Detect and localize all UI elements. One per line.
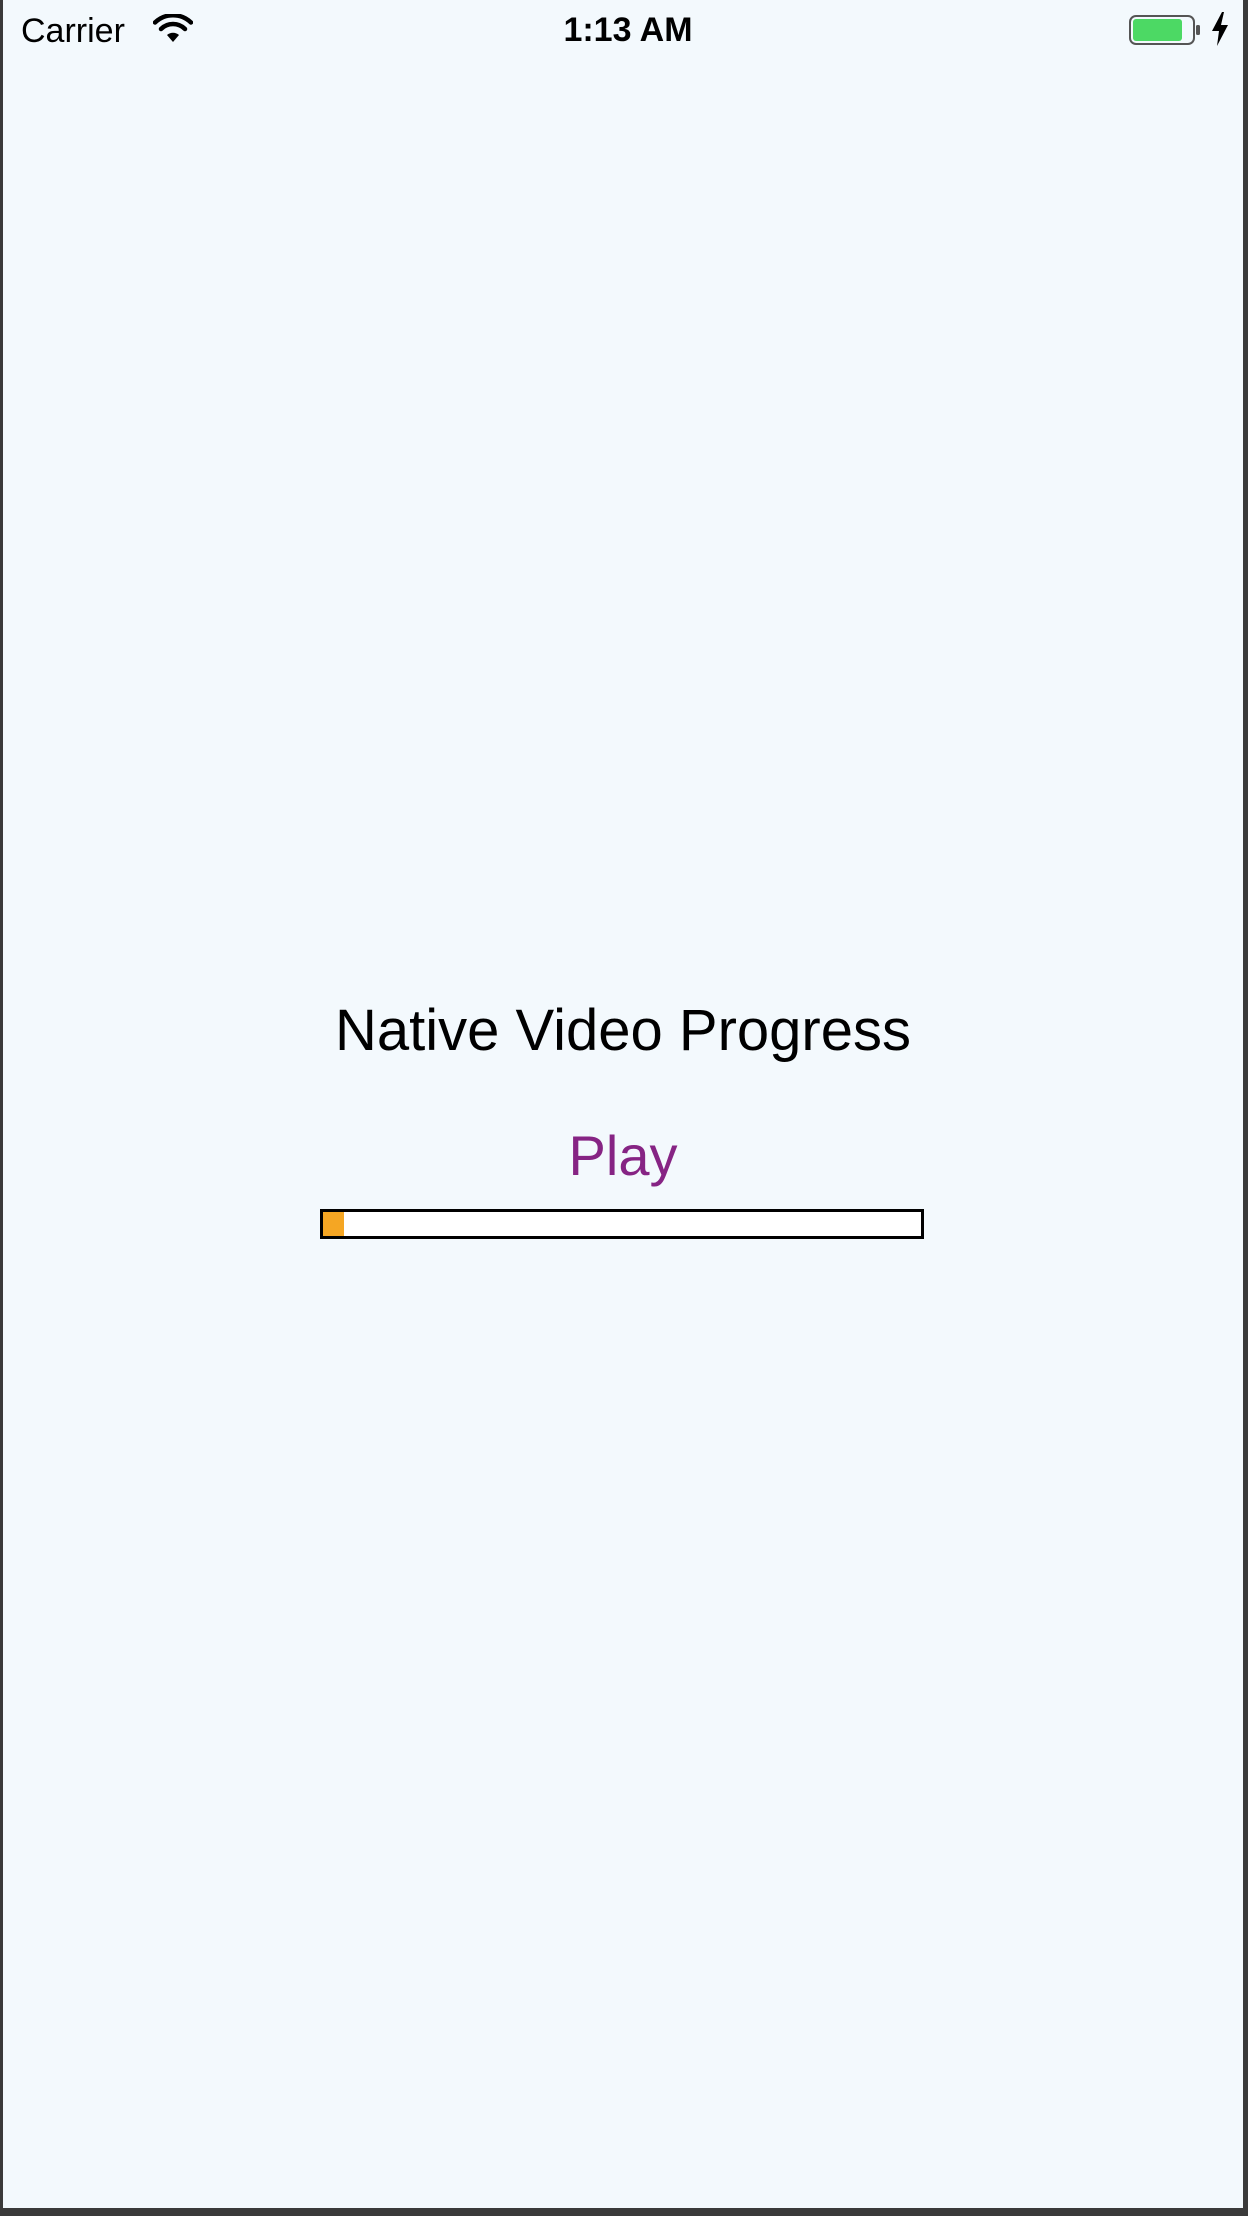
video-progress-bar <box>320 1209 924 1239</box>
page-title: Native Video Progress <box>334 998 911 1063</box>
video-progress-fill <box>323 1212 344 1236</box>
play-button[interactable]: Play <box>523 1118 723 1194</box>
main-content: Native Video Progress Play <box>3 0 1243 2208</box>
app-screen: Carrier 1:13 AM Native Video Progress Pl… <box>3 0 1243 2208</box>
